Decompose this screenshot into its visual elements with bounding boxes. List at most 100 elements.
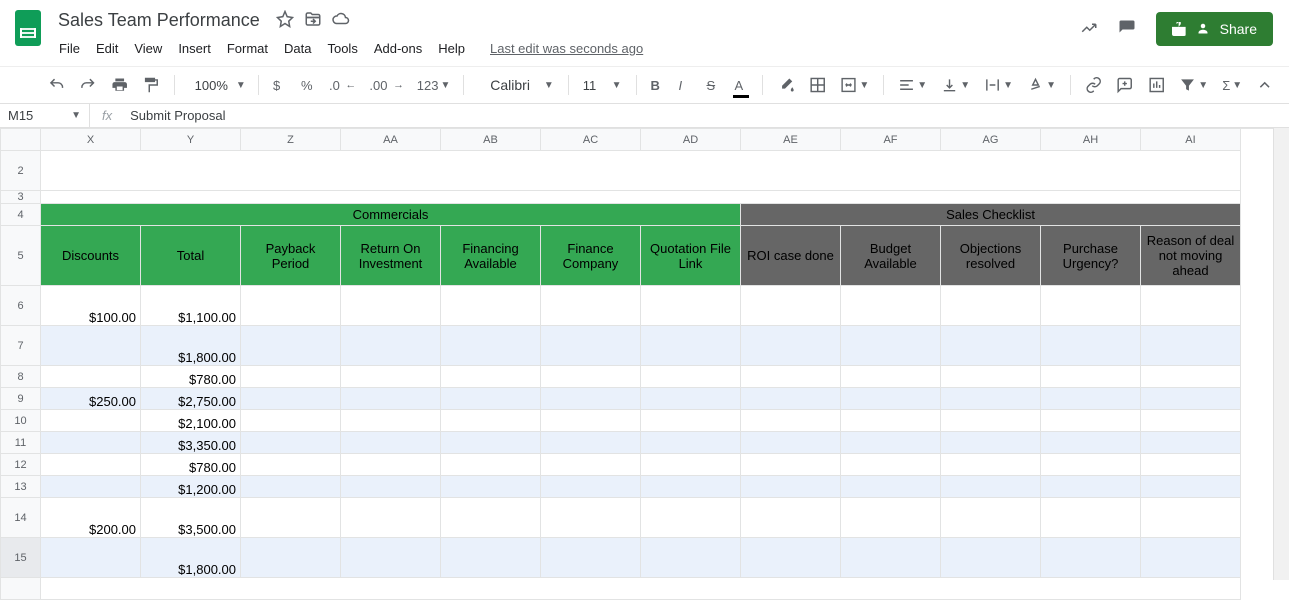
select-all-corner[interactable] [1, 129, 41, 151]
row-header[interactable]: 15 [1, 538, 41, 578]
paint-format-button[interactable] [138, 72, 163, 98]
functions-button[interactable]: Σ▼ [1218, 74, 1245, 97]
section-commercials[interactable]: Commercials [41, 204, 741, 226]
row-header[interactable]: 11 [1, 432, 41, 454]
col-header[interactable]: AA [341, 129, 441, 151]
row-header[interactable]: 14 [1, 498, 41, 538]
subheader[interactable]: Return On Investment [341, 226, 441, 286]
cell[interactable]: $780.00 [141, 454, 241, 476]
menu-insert[interactable]: Insert [171, 37, 218, 60]
insert-chart-button[interactable] [1144, 72, 1169, 98]
currency-button[interactable]: $ [269, 74, 291, 97]
col-header[interactable]: AC [541, 129, 641, 151]
col-header[interactable]: AF [841, 129, 941, 151]
col-header[interactable]: AH [1041, 129, 1141, 151]
cell[interactable]: $1,800.00 [141, 326, 241, 366]
row-header[interactable]: 6 [1, 286, 41, 326]
menu-data[interactable]: Data [277, 37, 318, 60]
row-header[interactable]: 2 [1, 151, 41, 191]
sheets-logo[interactable] [8, 8, 48, 48]
section-checklist[interactable]: Sales Checklist [741, 204, 1241, 226]
col-header[interactable]: AI [1141, 129, 1241, 151]
font-size-select[interactable]: 11▼ [579, 74, 626, 97]
decrease-decimal-button[interactable]: .0 ← [325, 74, 359, 97]
cell[interactable]: $3,500.00 [141, 498, 241, 538]
h-align-button[interactable]: ▼ [894, 72, 931, 98]
row-header[interactable]: 7 [1, 326, 41, 366]
merge-cells-button[interactable]: ▼ [836, 72, 873, 98]
col-header[interactable]: X [41, 129, 141, 151]
subheader[interactable]: Financing Available [441, 226, 541, 286]
cell[interactable]: $100.00 [41, 286, 141, 326]
col-header[interactable]: Y [141, 129, 241, 151]
subheader[interactable]: Reason of deal not moving ahead [1141, 226, 1241, 286]
move-icon[interactable] [304, 10, 322, 31]
subheader[interactable]: Budget Available [841, 226, 941, 286]
cell[interactable]: $2,750.00 [141, 388, 241, 410]
cell[interactable]: $780.00 [141, 366, 241, 388]
increase-decimal-button[interactable]: .00 → [365, 74, 406, 97]
explore-icon[interactable] [1080, 19, 1098, 40]
filter-button[interactable]: ▼ [1175, 72, 1212, 98]
subheader[interactable]: ROI case done [741, 226, 841, 286]
cell[interactable]: $1,100.00 [141, 286, 241, 326]
zoom-select[interactable]: 100%▼ [185, 74, 248, 97]
comments-icon[interactable] [1118, 19, 1136, 40]
cell[interactable]: $1,800.00 [141, 538, 241, 578]
menu-help[interactable]: Help [431, 37, 472, 60]
menu-edit[interactable]: Edit [89, 37, 125, 60]
v-align-button[interactable]: ▼ [937, 72, 974, 98]
cell[interactable] [41, 476, 141, 498]
cell[interactable] [41, 538, 141, 578]
insert-link-button[interactable] [1081, 72, 1106, 98]
col-header[interactable]: AB [441, 129, 541, 151]
row-header[interactable]: 13 [1, 476, 41, 498]
cell[interactable] [41, 326, 141, 366]
cell[interactable]: $2,100.00 [141, 410, 241, 432]
formula-input[interactable]: Submit Proposal [124, 108, 1289, 123]
row-header[interactable] [1, 578, 41, 600]
col-header[interactable]: AE [741, 129, 841, 151]
subheader[interactable]: Objections resolved [941, 226, 1041, 286]
share-button[interactable]: Share [1156, 12, 1273, 46]
cloud-status-icon[interactable] [332, 10, 350, 31]
text-wrap-button[interactable]: ▼ [980, 72, 1017, 98]
subheader[interactable]: Quotation File Link [641, 226, 741, 286]
row-header[interactable]: 8 [1, 366, 41, 388]
strikethrough-button[interactable]: S [702, 74, 724, 97]
menu-view[interactable]: View [127, 37, 169, 60]
undo-button[interactable] [44, 72, 69, 98]
menu-file[interactable]: File [52, 37, 87, 60]
row-header[interactable]: 5 [1, 226, 41, 286]
percent-button[interactable]: % [297, 74, 319, 97]
cell[interactable] [41, 366, 141, 388]
text-color-button[interactable]: A [730, 74, 752, 97]
print-button[interactable] [107, 72, 132, 98]
cell[interactable] [41, 454, 141, 476]
document-title[interactable]: Sales Team Performance [52, 8, 266, 33]
col-header[interactable]: AG [941, 129, 1041, 151]
row-header[interactable]: 9 [1, 388, 41, 410]
row-header[interactable]: 10 [1, 410, 41, 432]
row-header[interactable]: 12 [1, 454, 41, 476]
more-formats-button[interactable]: 123▼ [413, 74, 454, 97]
subheader[interactable]: Purchase Urgency? [1041, 226, 1141, 286]
cell[interactable]: $200.00 [41, 498, 141, 538]
last-edit-link[interactable]: Last edit was seconds ago [490, 41, 643, 56]
star-icon[interactable] [276, 10, 294, 31]
row-header[interactable]: 3 [1, 191, 41, 204]
insert-comment-button[interactable] [1112, 72, 1137, 98]
collapse-toolbar-icon[interactable] [1252, 72, 1277, 98]
cell[interactable]: $3,350.00 [141, 432, 241, 454]
menu-tools[interactable]: Tools [320, 37, 364, 60]
bold-button[interactable]: B [646, 74, 668, 97]
italic-button[interactable]: I [674, 74, 696, 97]
text-rotation-button[interactable]: ▼ [1023, 72, 1060, 98]
cell[interactable] [41, 432, 141, 454]
subheader[interactable]: Discounts [41, 226, 141, 286]
subheader[interactable]: Total [141, 226, 241, 286]
font-select[interactable]: Calibri▼ [474, 73, 558, 97]
cell[interactable] [41, 410, 141, 432]
subheader[interactable]: Finance Company [541, 226, 641, 286]
vertical-scrollbar[interactable] [1273, 128, 1289, 580]
